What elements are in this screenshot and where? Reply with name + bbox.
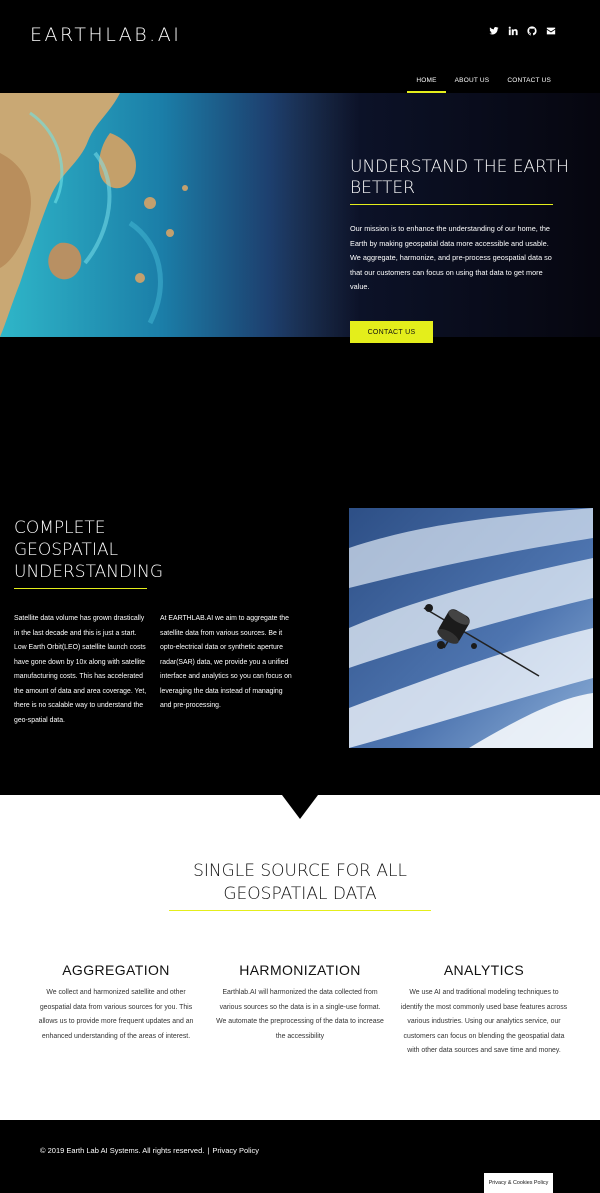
hero-text: Our mission is to enhance the understand… (350, 224, 552, 291)
hero-title: UNDERSTAND THE EARTH BETTER (350, 157, 569, 198)
feature-analytics: ANALYTICS We use AI and traditional mode… (399, 962, 569, 1059)
contact-us-button[interactable]: CONTACT US (350, 321, 433, 343)
feature-text: We collect and harmonized satellite and … (38, 989, 194, 1040)
main-nav: HOME ABOUT US CONTACT US (407, 73, 560, 93)
site-logo[interactable]: EARTHLAB.AI (30, 24, 181, 46)
single-source-title-underline (169, 910, 431, 911)
hero-section (0, 93, 600, 337)
feature-title: AGGREGATION (62, 962, 170, 978)
feature-title: HARMONIZATION (239, 962, 361, 978)
satellite-image (349, 508, 593, 748)
single-source-section (0, 795, 600, 1120)
copyright-text: © 2019 Earth Lab AI Systems. All rights … (40, 1146, 205, 1155)
email-icon[interactable] (546, 26, 556, 36)
privacy-policy-link[interactable]: Privacy Policy (212, 1146, 259, 1155)
feature-text: Earthlab.AI will harmonized the data col… (216, 989, 384, 1040)
nav-home[interactable]: HOME (407, 73, 446, 93)
feature-title: ANALYTICS (443, 962, 525, 978)
understanding-text-left: Satellite data volume has grown drastica… (14, 615, 147, 724)
understanding-title-underline (14, 588, 147, 589)
hero-title-underline (350, 204, 553, 205)
nav-about-us[interactable]: ABOUT US (446, 73, 499, 93)
copyright-line: © 2019 Earth Lab AI Systems. All rights … (40, 1146, 259, 1155)
feature-harmonization: HARMONIZATION Earthlab.AI will harmonize… (215, 962, 385, 1044)
understanding-text-right: At EARTHLAB.AI we aim to aggregate the s… (160, 615, 292, 709)
feature-aggregation: AGGREGATION We collect and harmonized sa… (31, 962, 201, 1044)
github-icon[interactable] (527, 26, 537, 36)
site-header: EARTHLAB.AI HOME ABOUT US CONTACT US (0, 0, 600, 93)
nav-contact-us[interactable]: CONTACT US (498, 73, 560, 93)
twitter-icon[interactable] (489, 26, 499, 36)
cookie-policy-button[interactable]: Privacy & Cookies Policy (484, 1173, 553, 1193)
footer-separator: | (207, 1146, 210, 1155)
understanding-title: COMPLETE GEOSPATIAL UNDERSTANDING (14, 518, 163, 582)
social-links (489, 26, 556, 36)
single-source-title-text: SINGLE SOURCE FOR ALL GEOSPATIAL DATA (193, 861, 407, 904)
feature-text: We use AI and traditional modeling techn… (400, 989, 568, 1054)
section-divider-arrow (282, 795, 318, 819)
single-source-title: SINGLE SOURCE FOR ALL GEOSPATIAL DATA (0, 860, 600, 906)
earth-coastline-image (0, 93, 360, 337)
linkedin-icon[interactable] (508, 26, 518, 36)
